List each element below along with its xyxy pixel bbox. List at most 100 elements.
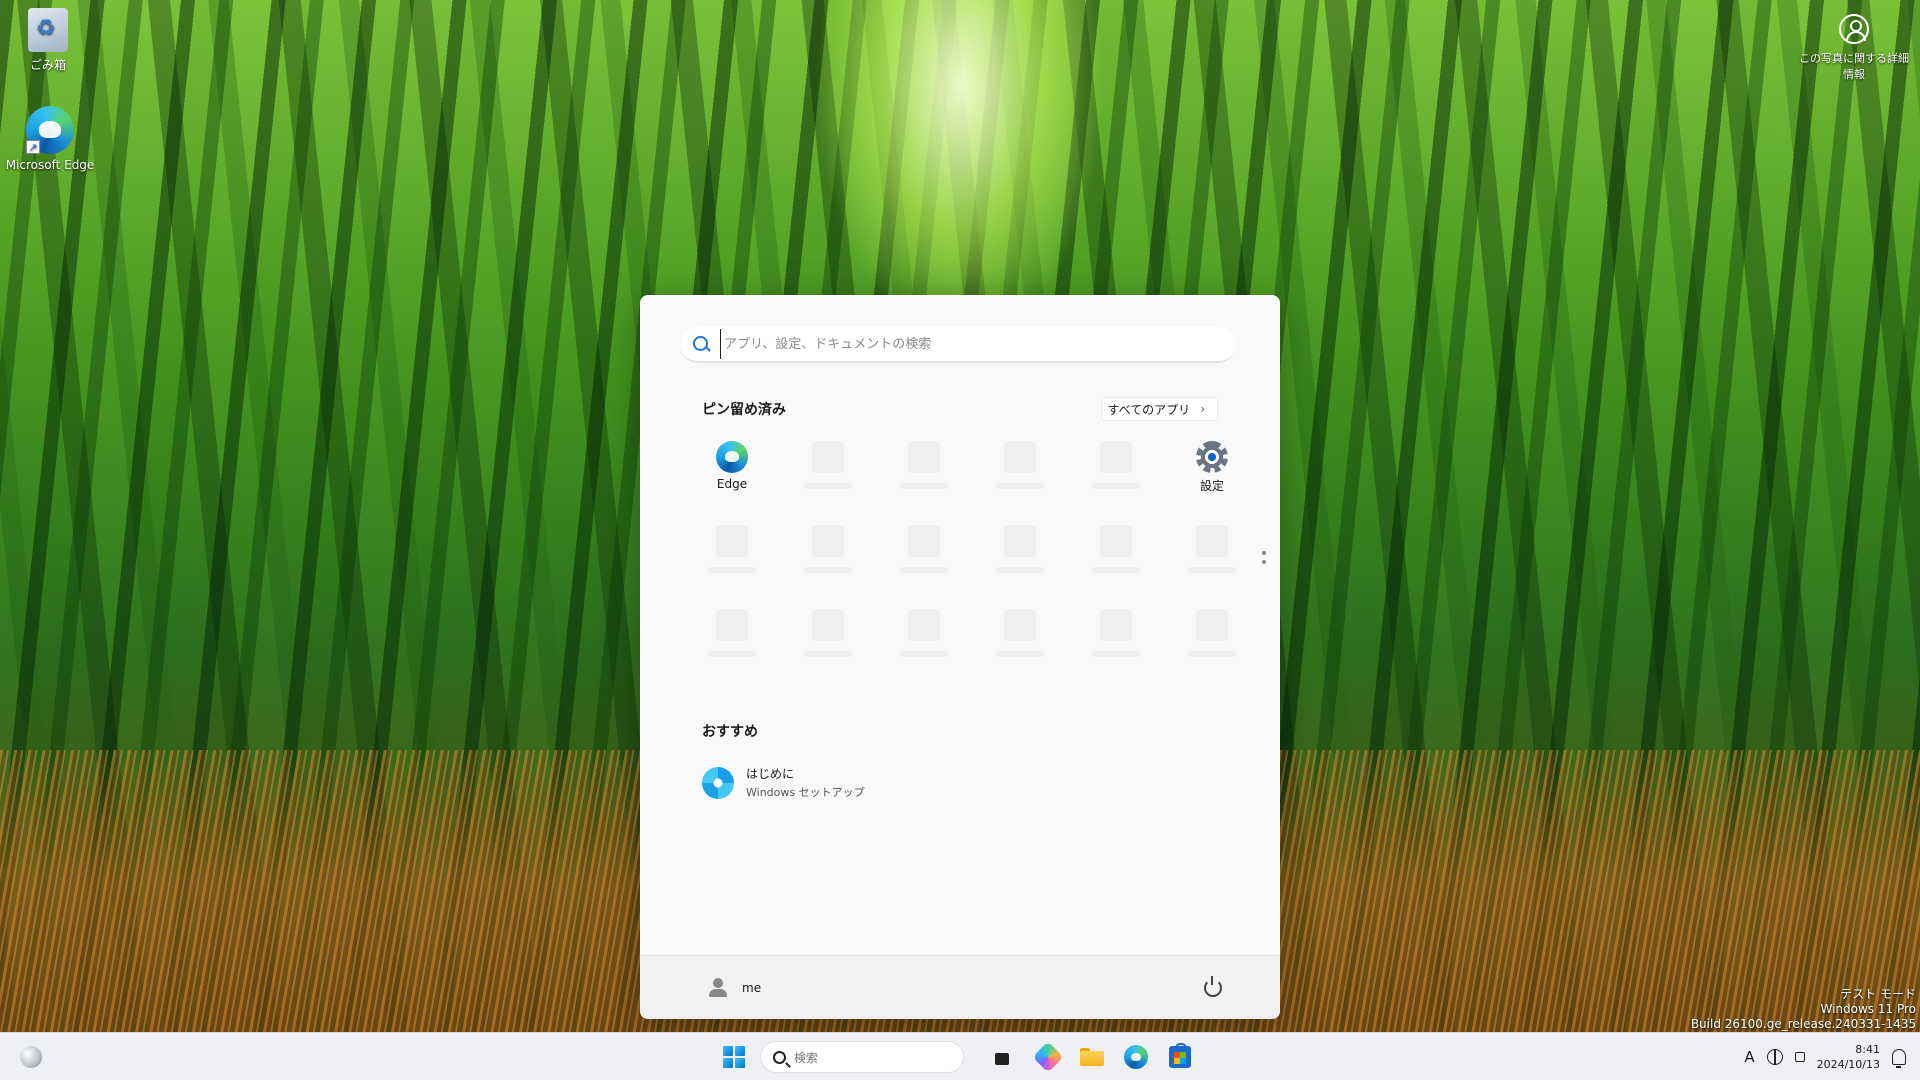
start-search-box[interactable] xyxy=(680,327,1236,363)
recommended-section-title: おすすめ xyxy=(702,724,758,740)
edge-taskbar-button[interactable] xyxy=(1118,1039,1154,1075)
placeholder-label xyxy=(1092,483,1140,489)
folder-icon xyxy=(1080,1048,1104,1066)
desktop-icon-edge[interactable]: ↗ Microsoft Edge xyxy=(2,106,98,172)
watermark-line: Windows 11 Pro xyxy=(1820,1002,1916,1016)
placeholder-icon xyxy=(1196,609,1228,641)
clock-time: 8:41 xyxy=(1855,1043,1880,1056)
taskbar-apps: 検索 xyxy=(716,1039,1198,1075)
pinned-app-placeholder[interactable] xyxy=(684,521,780,585)
placeholder-label xyxy=(1188,651,1236,657)
task-view-button[interactable] xyxy=(986,1039,1022,1075)
user-name: me xyxy=(742,980,762,995)
pinned-app-placeholder[interactable] xyxy=(1164,521,1260,585)
placeholder-label xyxy=(1188,567,1236,573)
placeholder-label xyxy=(1092,651,1140,657)
placeholder-label xyxy=(1092,567,1140,573)
placeholder-icon xyxy=(908,441,940,473)
recommended-item-name: はじめに xyxy=(746,767,795,781)
placeholder-label xyxy=(996,483,1044,489)
pinned-app-placeholder[interactable] xyxy=(972,521,1068,585)
pinned-app-label: Edge xyxy=(716,477,748,491)
volume-icon[interactable] xyxy=(1794,1052,1805,1062)
get-started-icon xyxy=(702,766,734,799)
placeholder-icon xyxy=(716,525,748,557)
shortcut-arrow-icon: ↗ xyxy=(26,140,40,154)
placeholder-label xyxy=(996,651,1044,657)
placeholder-label xyxy=(996,567,1044,573)
start-menu-footer: me xyxy=(640,955,1280,1019)
edge-icon xyxy=(1124,1045,1148,1069)
pinned-app-placeholder[interactable] xyxy=(684,605,780,669)
pinned-app-label: 設定 xyxy=(1199,479,1224,493)
copilot-icon xyxy=(1032,1041,1064,1073)
recommended-item-get-started[interactable]: はじめに Windows セットアップ xyxy=(702,765,865,800)
clock[interactable]: 8:41 2024/10/13 xyxy=(1817,1042,1880,1072)
placeholder-label xyxy=(708,651,756,657)
pinned-app-placeholder[interactable] xyxy=(1164,605,1260,669)
page-dot xyxy=(1262,551,1266,555)
placeholder-icon xyxy=(908,525,940,557)
taskbar-search-box[interactable]: 検索 xyxy=(760,1041,964,1073)
pinned-app-placeholder[interactable] xyxy=(1068,605,1164,669)
all-apps-label: すべてのアプリ xyxy=(1107,402,1191,417)
all-apps-button[interactable]: すべてのアプリ › xyxy=(1100,397,1218,421)
search-icon xyxy=(684,326,720,362)
pinned-app-placeholder[interactable] xyxy=(876,521,972,585)
placeholder-icon xyxy=(1100,441,1132,473)
user-avatar-icon xyxy=(708,977,728,998)
pinned-app-placeholder[interactable] xyxy=(780,521,876,585)
pinned-app-edge[interactable]: Edge xyxy=(684,437,780,501)
pinned-app-placeholder[interactable] xyxy=(876,605,972,669)
desktop-icon-label: Microsoft Edge xyxy=(5,158,95,172)
placeholder-icon xyxy=(1100,609,1132,641)
pinned-app-placeholder[interactable] xyxy=(780,437,876,501)
power-icon[interactable] xyxy=(1204,975,1222,997)
pinned-app-placeholder[interactable] xyxy=(972,605,1068,669)
user-account-button[interactable]: me xyxy=(708,977,762,998)
placeholder-icon xyxy=(908,609,940,641)
placeholder-icon xyxy=(812,525,844,557)
placeholder-icon xyxy=(1100,525,1132,557)
photo-info-button[interactable]: この写真に関する詳細情報 xyxy=(1794,14,1914,82)
network-icon[interactable] xyxy=(1766,1049,1783,1065)
edge-icon: ↗ xyxy=(26,106,74,154)
placeholder-icon xyxy=(1004,441,1036,473)
chevron-right-icon: › xyxy=(1200,402,1205,416)
store-button[interactable] xyxy=(1162,1039,1198,1075)
recommended-item-subtitle: Windows セットアップ xyxy=(746,786,865,799)
placeholder-label xyxy=(804,651,852,657)
start-button[interactable] xyxy=(716,1039,752,1075)
widgets-icon[interactable] xyxy=(20,1046,42,1068)
file-explorer-button[interactable] xyxy=(1074,1039,1110,1075)
test-mode-watermark: テスト モード Windows 11 Pro Build 26100.ge_re… xyxy=(1691,987,1916,1032)
pinned-app-placeholder[interactable] xyxy=(780,605,876,669)
placeholder-icon xyxy=(1196,525,1228,557)
pinned-app-placeholder[interactable] xyxy=(1068,521,1164,585)
desktop-icon-recycle-bin[interactable]: ごみ箱 xyxy=(0,8,96,73)
recycle-bin-icon xyxy=(28,8,68,52)
placeholder-label xyxy=(900,567,948,573)
windows-logo-icon xyxy=(723,1046,745,1068)
notification-icon[interactable] xyxy=(1892,1049,1906,1068)
taskbar-search-placeholder: 検索 xyxy=(794,1050,819,1065)
person-circle-icon xyxy=(1839,14,1869,44)
system-tray: A 8:41 2024/10/13 xyxy=(1744,1039,1906,1075)
store-icon xyxy=(1169,1043,1191,1068)
placeholder-icon xyxy=(1004,525,1036,557)
pinned-app-placeholder[interactable] xyxy=(1068,437,1164,501)
ime-mode-indicator[interactable]: A xyxy=(1744,1048,1754,1066)
placeholder-label xyxy=(804,567,852,573)
placeholder-label xyxy=(708,567,756,573)
pinned-section-title: ピン留め済み xyxy=(702,402,786,418)
search-icon xyxy=(773,1050,786,1064)
pinned-app-placeholder[interactable] xyxy=(972,437,1068,501)
pinned-app-settings[interactable]: 設定 xyxy=(1164,437,1260,501)
pinned-app-placeholder[interactable] xyxy=(876,437,972,501)
pinned-grid: Edge 設定 xyxy=(684,437,1260,669)
copilot-button[interactable] xyxy=(1030,1039,1066,1075)
placeholder-icon xyxy=(812,441,844,473)
start-search-input[interactable] xyxy=(720,329,1236,359)
watermark-line: テスト モード xyxy=(1840,987,1916,1001)
pinned-page-indicator[interactable] xyxy=(1262,551,1266,569)
